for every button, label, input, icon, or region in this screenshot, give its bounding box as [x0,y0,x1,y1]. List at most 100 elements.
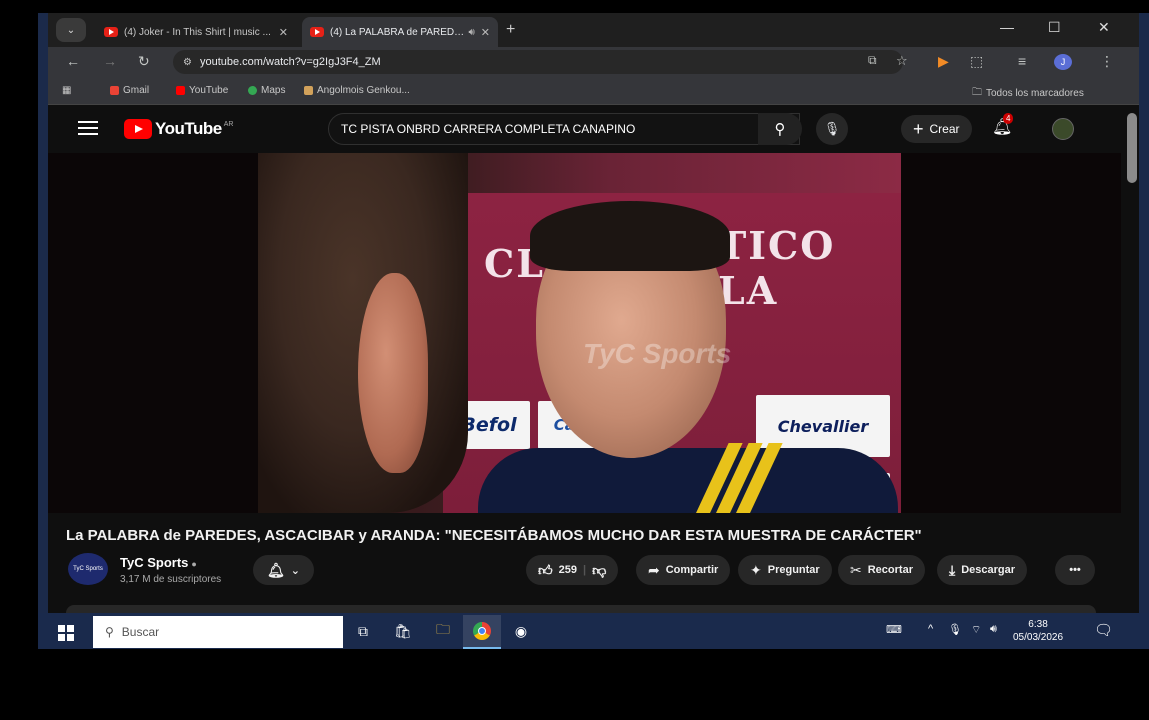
browser-menu-icon[interactable]: ⋮ [1100,53,1114,70]
create-label: Crear [929,122,960,136]
search-input[interactable]: TC PISTA ONBRD CARRERA COMPLETA CANAPINO… [328,113,800,145]
share-button[interactable]: ➦ Compartir [636,555,731,585]
player-hair [530,201,730,271]
task-view-icon[interactable]: ⧉ [353,621,373,641]
page-scrollbar[interactable] [1127,113,1137,183]
ask-button[interactable]: ✦ Preguntar [738,555,832,585]
more-actions-button[interactable]: ••• [1055,555,1095,585]
youtube-header: YouTube AR TC PISTA ONBRD CARRERA COMPLE… [48,105,1139,153]
close-tab-icon[interactable]: ✕ [481,26,490,39]
clip-label: Recortar [867,564,913,576]
minimize-button[interactable]: — [1000,19,1014,35]
notifications-button[interactable]: 🔔︎ 4 [992,113,1014,137]
maximize-button[interactable]: ☐ [1048,19,1061,36]
close-tab-icon[interactable]: ✕ [279,26,288,39]
profile-avatar[interactable]: J [1054,54,1072,70]
video-info: La PALABRA de PAREDES, ASCACIBAR y ARAND… [48,513,1121,613]
tab-search-button[interactable]: ⌄ [56,18,86,42]
thumbs-up-icon: 👍︎ [538,561,553,578]
create-button[interactable]: + Crear [901,115,972,143]
keyboard-icon[interactable]: ⌨ [886,623,902,636]
search-icon: ⚲ [774,121,786,138]
address-bar[interactable]: ⚙ youtube.com/watch?v=g2IgJ3F4_ZM [173,50,903,74]
voice-search-button[interactable]: 🎙︎ [816,113,848,145]
taskbar-search-placeholder: Buscar [121,625,160,639]
forward-button[interactable]: → [103,53,117,69]
chevron-down-icon: ⌄ [290,564,300,577]
recorder-icon[interactable]: ◉ [511,621,531,641]
network-icon[interactable]: ⌔ [971,623,981,637]
bookmark-gmail[interactable]: Gmail [110,85,149,96]
country-code: AR [223,120,234,128]
taskbar-clock[interactable]: 6:38 05/03/2026 [1013,618,1063,644]
youtube-play-icon [124,119,152,139]
like-button[interactable]: 👍︎ 259 | 👎︎ [526,555,619,585]
bookmark-youtube[interactable]: YouTube [176,85,228,96]
search-query: TC PISTA ONBRD CARRERA COMPLETA CANAPINO [341,122,636,136]
menu-icon[interactable] [78,121,98,135]
youtube-icon [176,86,185,95]
clip-button[interactable]: ✂ Recortar [838,555,925,585]
video-frame: CL TICO LA Befol Car Chevallier TyC Spor… [258,153,901,513]
tab-title: (4) Joker - In This Shirt | music ... [124,26,271,38]
all-bookmarks[interactable]: 🗀 Todos los marcadores [972,85,1084,102]
share-label: Compartir [665,564,719,576]
video-player[interactable]: CL TICO LA Befol Car Chevallier TyC Spor… [48,153,1121,513]
reload-button[interactable]: ↻ [138,53,150,70]
apps-icon[interactable]: ▦ [62,85,71,96]
browser-toolbar: ← → ↻ ⚙ youtube.com/watch?v=g2IgJ3F4_ZM … [48,47,1139,77]
download-button[interactable]: ⤓ Descargar [937,555,1028,585]
youtube-logo[interactable]: YouTube AR [124,119,233,139]
divider: | [583,564,587,576]
download-label: Descargar [961,564,1016,576]
tab-paredes[interactable]: (4) La PALABRA de PAREDES, ... 🔊︎ ✕ [302,17,498,47]
cast-icon[interactable]: ⧉ [868,53,877,68]
account-avatar[interactable] [1052,118,1074,140]
bookmark-maps[interactable]: Maps [248,85,285,96]
chrome-icon[interactable] [472,621,492,641]
bookmark-label: Gmail [123,85,150,96]
subscriber-count: 3,17 M de suscriptores [120,574,222,585]
description-box-edge[interactable] [66,605,1096,613]
store-icon[interactable]: 🛍︎ [393,621,413,641]
backdrop-text-right: TICO LA [718,223,836,313]
file-explorer-icon[interactable]: 🗀 [433,621,453,641]
site-info-icon[interactable]: ⚙ [183,57,192,68]
extension-play-icon[interactable]: ▶ [938,53,949,70]
media-control-icon[interactable]: ≡ [1018,53,1026,69]
bookmark-label: YouTube [189,85,229,96]
taskbar-search-input[interactable]: ⚲ Buscar [93,616,343,648]
thumbs-down-icon[interactable]: 👎︎ [592,562,606,579]
verified-icon: ● [191,559,197,569]
extensions-icon[interactable]: ⬚ [970,53,983,70]
search-button[interactable]: ⚲ [758,113,802,145]
speaker-icon[interactable]: 🔊︎ [468,27,474,38]
subscription-bell-button[interactable]: 🔔︎ ⌄ [253,555,314,585]
back-button[interactable]: ← [66,53,80,69]
desktop-screen: ⌄ (4) Joker - In This Shirt | music ... … [38,13,1149,649]
tab-title: (4) La PALABRA de PAREDES, ... [330,26,464,38]
channel-name[interactable]: TyC Sports ● [120,555,197,570]
folder-icon: 🗀 [972,87,982,98]
new-tab-button[interactable]: + [506,21,515,39]
site-icon [304,86,313,95]
bookmark-angolmois[interactable]: Angolmois Genkou... [304,85,410,96]
youtube-favicon-icon [310,27,324,37]
tab-joker[interactable]: (4) Joker - In This Shirt | music ... ✕ [96,17,296,47]
bookmark-label: Todos los marcadores [986,88,1084,99]
windows-start-button[interactable] [58,625,74,641]
scissors-icon: ✂ [850,561,862,578]
tray-chevron-up-icon[interactable]: ^ [928,623,933,635]
action-center-icon[interactable]: 🗨︎ [1094,621,1113,639]
url-text: youtube.com/watch?v=g2IgJ3F4_ZM [199,56,381,68]
close-window-button[interactable]: ✕ [1098,19,1110,36]
bookmark-star-icon[interactable]: ☆ [896,53,908,69]
tab-strip: ⌄ (4) Joker - In This Shirt | music ... … [48,13,1139,47]
clock-time: 6:38 [1028,619,1048,630]
volume-icon[interactable]: 🔊︎ [990,623,997,636]
microphone-icon[interactable]: 🎙︎ [948,623,962,636]
channel-avatar[interactable]: TyC Sports [68,553,108,585]
chevron-down-icon: ⌄ [66,24,76,36]
plus-icon: + [913,118,924,139]
share-icon: ➦ [648,561,660,578]
